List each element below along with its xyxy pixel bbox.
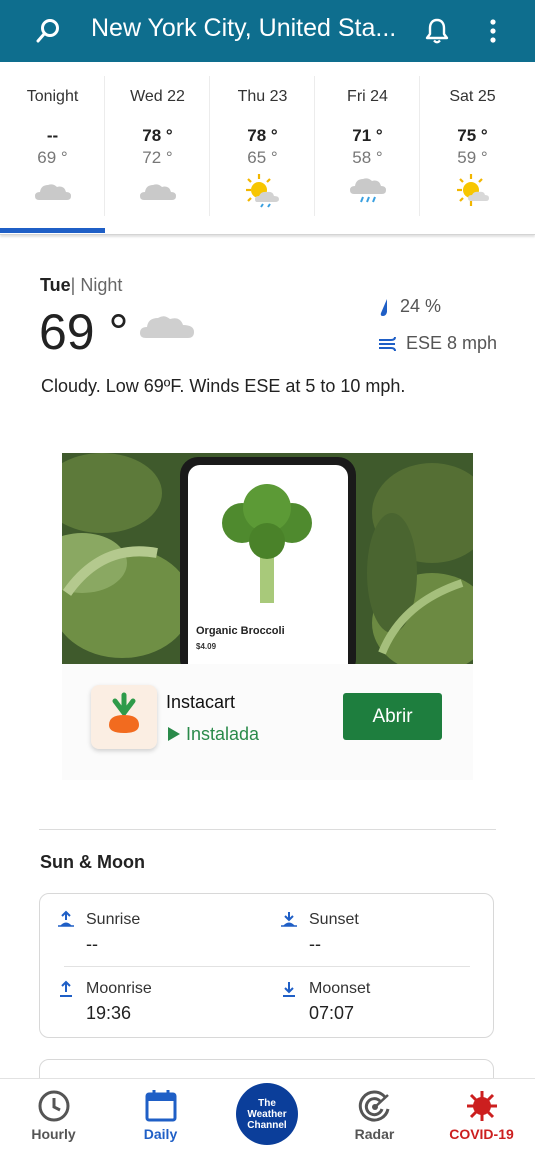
precipitation: 24 % [378, 296, 441, 317]
nav-hourly-label: Hourly [31, 1126, 76, 1142]
day-tab-thu[interactable]: Thu 23 78 ° 65 ° [210, 62, 315, 234]
instacart-app-icon[interactable] [91, 685, 157, 749]
moonset-value: 07:07 [309, 1003, 355, 1023]
moonset-label: Moonset [309, 980, 371, 997]
broccoli-ad-graphic: Organic Broccoli $4.09 [62, 453, 473, 664]
section-divider [39, 829, 496, 830]
wind-icon [379, 337, 396, 352]
wind: ESE 8 mph [378, 333, 497, 354]
rain-cloud-icon [350, 178, 386, 203]
radar-icon [358, 1090, 390, 1122]
logo-line-2: Weather [247, 1108, 287, 1120]
nav-covid-label: COVID-19 [449, 1126, 514, 1142]
cloud-icon [140, 184, 176, 200]
moonrise-value: 19:36 [86, 1003, 132, 1023]
current-temperature: 69 ° [39, 304, 129, 360]
clock-icon [38, 1090, 70, 1122]
sunrise-value: -- [86, 934, 98, 954]
precipitation-value: 24 % [400, 296, 442, 316]
day-label: Tue [40, 275, 71, 295]
logo-line-3: Channel [247, 1119, 287, 1131]
day-tab-fri[interactable]: Fri 24 71 ° 58 ° [315, 62, 420, 234]
day-name: Tonight [26, 88, 79, 105]
active-tab-indicator [0, 228, 105, 233]
day-high: 78 ° [142, 126, 173, 145]
weather-channel-logo-button[interactable]: The Weather Channel [236, 1083, 298, 1145]
moonrise-label: Moonrise [86, 980, 152, 997]
day-low: 72 ° [142, 148, 173, 167]
sunrise-icon [58, 910, 74, 927]
ad-app-status: Instalada [166, 724, 259, 745]
nav-covid[interactable]: COVID-19 [428, 1079, 535, 1152]
bell-icon[interactable] [424, 17, 450, 45]
day-high: 78 ° [247, 126, 278, 145]
day-name: Thu 23 [237, 88, 288, 105]
search-icon[interactable] [36, 18, 62, 44]
nav-hourly[interactable]: Hourly [0, 1079, 107, 1152]
virus-icon [467, 1091, 497, 1121]
day-low: 69 ° [37, 148, 68, 167]
day-high: 71 ° [352, 126, 383, 145]
day-tab-tonight[interactable]: Tonight -- 69 ° [0, 62, 105, 234]
sun-cloud-icon [457, 174, 489, 206]
period-label: Tue| Night [40, 275, 122, 296]
sunrise-label: Sunrise [86, 911, 141, 928]
cloud-icon [35, 184, 71, 200]
sunset-value: -- [309, 934, 321, 954]
ad-product-price: $4.09 [196, 642, 217, 651]
carrot-icon [109, 692, 139, 733]
nav-daily[interactable]: Daily [107, 1079, 214, 1152]
moonset-icon [283, 982, 295, 997]
open-app-button[interactable]: Abrir [343, 693, 442, 740]
day-tab-wed[interactable]: Wed 22 78 ° 72 ° [105, 62, 210, 234]
wind-value: ESE 8 mph [406, 333, 498, 353]
ad-banner-image[interactable]: Organic Broccoli $4.09 [62, 453, 473, 664]
sunset-label: Sunset [309, 911, 359, 928]
forecast-description: Cloudy. Low 69ºF. Winds ESE at 5 to 10 m… [41, 376, 406, 396]
moonrise-icon [60, 980, 72, 997]
ad-app-status-label: Instalada [186, 724, 260, 744]
card-divider [64, 966, 470, 967]
logo-line-1: The [258, 1097, 276, 1109]
day-name: Wed 22 [130, 88, 185, 105]
sun-moon-title: Sun & Moon [40, 852, 145, 872]
top-app-bar: New York City, United Sta... [0, 0, 535, 62]
cloud-icon [140, 316, 194, 338]
day-high: -- [46, 126, 59, 145]
day-name: Fri 24 [347, 88, 388, 105]
day-low: 59 ° [457, 148, 488, 167]
sunset-icon [281, 912, 297, 927]
period-name: | Night [70, 275, 123, 295]
ad-product-name: Organic Broccoli [196, 625, 285, 637]
location-title[interactable]: New York City, United Sta... [91, 14, 396, 43]
raindrop-icon [380, 299, 387, 317]
more-options-icon[interactable] [482, 17, 504, 45]
ad-app-name: Instacart [166, 692, 236, 712]
nav-radar[interactable]: Radar [321, 1079, 428, 1152]
day-name: Sat 25 [449, 88, 496, 105]
daily-forecast-strip: Tonight -- 69 ° Wed 22 78 ° 72 ° Thu 23 … [0, 62, 535, 235]
day-high: 75 ° [457, 126, 488, 145]
day-tab-sat[interactable]: Sat 25 75 ° 59 ° [420, 62, 525, 234]
day-low: 65 ° [247, 148, 278, 167]
sun-rain-icon [246, 174, 279, 208]
calendar-icon [145, 1090, 177, 1122]
nav-daily-label: Daily [143, 1126, 178, 1142]
nav-radar-label: Radar [354, 1126, 395, 1142]
play-store-icon [168, 727, 180, 741]
day-low: 58 ° [352, 148, 383, 167]
